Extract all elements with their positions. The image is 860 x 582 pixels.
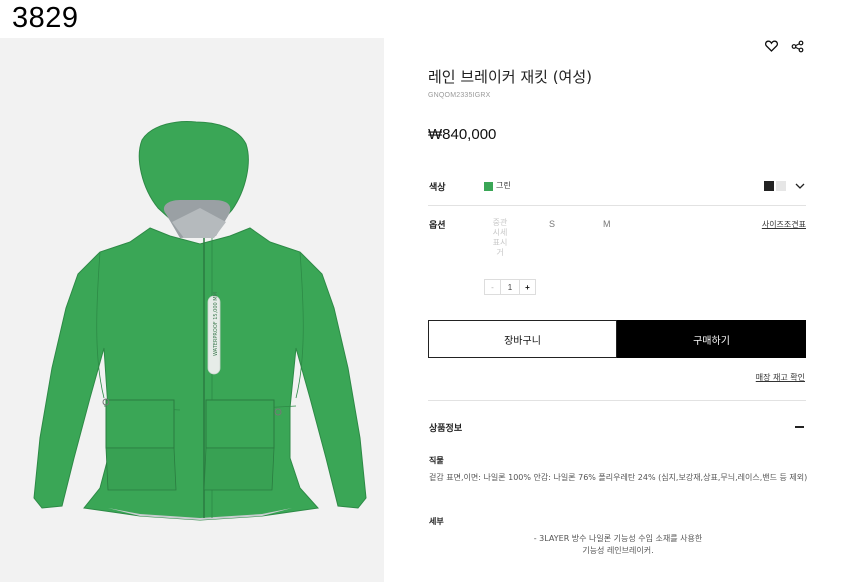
selected-color-chip <box>484 182 493 191</box>
size-option-m[interactable]: M <box>603 219 611 229</box>
jacket-print-text: WATERPROOF 15,000 MM <box>213 292 219 356</box>
fabric-label: 직물 <box>429 456 444 465</box>
header-actions <box>763 38 805 54</box>
share-icon[interactable] <box>789 38 805 54</box>
detail-description: - 3LAYER 방수 나일론 기능성 수입 소재를 사용한 기능성 레인브레이… <box>428 533 808 557</box>
color-swatch-black[interactable] <box>764 181 774 191</box>
add-to-cart-button[interactable]: 장바구니 <box>428 320 617 358</box>
quantity-stepper: - 1 + <box>484 279 536 295</box>
buy-now-button[interactable]: 구매하기 <box>617 320 806 358</box>
detail-line-1: - 3LAYER 방수 나일론 기능성 수입 소재를 사용한 <box>533 534 703 543</box>
product-price: ₩840,000 <box>428 126 497 143</box>
option-label: 옵션 <box>429 221 446 231</box>
quantity-increase-button[interactable]: + <box>519 280 535 294</box>
detail-line-2: 기능성 레인브레이커. <box>582 546 654 555</box>
product-sku: GNQOM2335IGRX <box>428 92 491 99</box>
size-placeholder-text: 중관시세표시거 <box>492 218 508 257</box>
chevron-down-icon[interactable] <box>794 180 806 192</box>
fabric-description: 겉감 표면,이면: 나일론 100% 안감: 나일론 76% 폴리우레탄 24%… <box>429 473 808 482</box>
size-option-s[interactable]: S <box>549 219 555 229</box>
green-jacket-illustration: WATERPROOF 15,000 MM <box>33 121 367 521</box>
collapse-minus-icon[interactable] <box>795 426 804 428</box>
heart-icon[interactable] <box>763 38 779 54</box>
divider <box>428 205 806 206</box>
color-swatch-white[interactable] <box>776 181 786 191</box>
product-title: 레인 브레이커 재킷 (여성) <box>428 68 593 86</box>
selected-color-name: 그린 <box>496 181 511 190</box>
quantity-value[interactable]: 1 <box>501 280 519 294</box>
quantity-decrease-button[interactable]: - <box>485 280 501 294</box>
color-selector[interactable]: 색상 그린 <box>428 176 806 198</box>
divider <box>428 400 806 401</box>
product-info-title: 상품정보 <box>429 424 463 434</box>
size-guide-link[interactable]: 사이즈조견표 <box>762 219 806 230</box>
product-image: WATERPROOF 15,000 MM <box>0 38 384 582</box>
color-label: 색상 <box>429 183 446 193</box>
store-stock-link[interactable]: 매장 재고 확인 <box>756 372 805 383</box>
page-number-label: 3829 <box>12 2 79 34</box>
detail-label: 세부 <box>429 517 444 526</box>
